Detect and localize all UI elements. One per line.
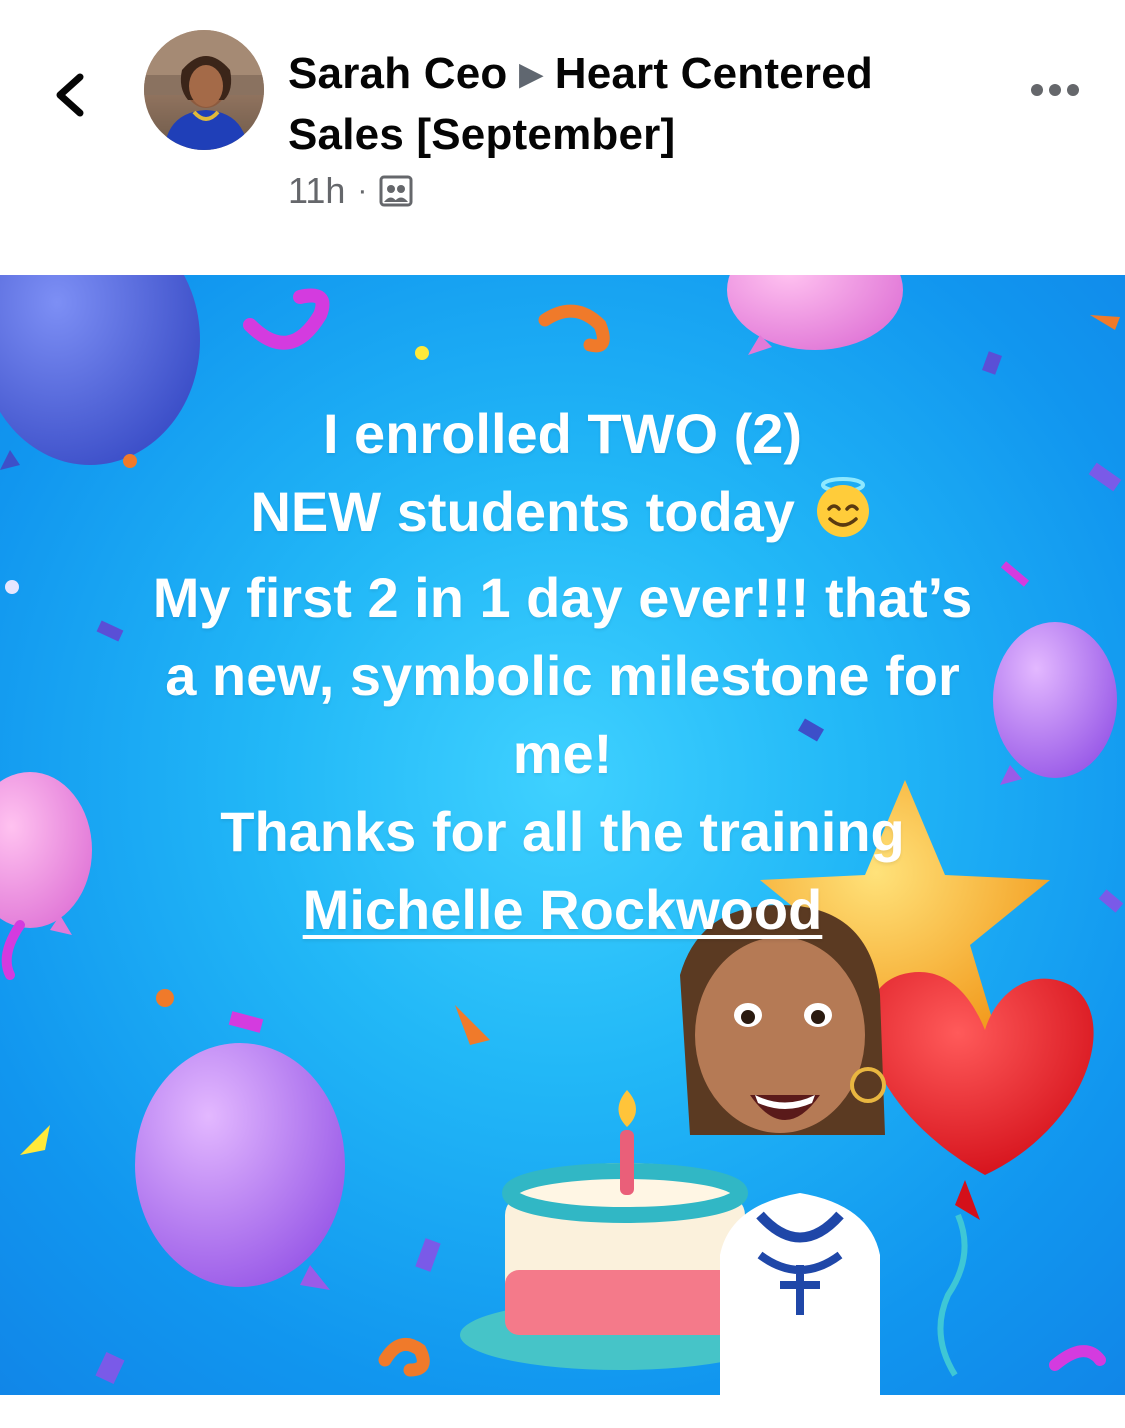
- balloon-pink-top: [727, 275, 903, 355]
- image-overlay-text: I enrolled TWO (2) NEW students today My…: [60, 395, 1065, 949]
- group-members-icon: [379, 175, 413, 207]
- overlay-line-2-text: NEW students today: [250, 480, 795, 543]
- bottom-spacer: [0, 1395, 1125, 1428]
- author-avatar[interactable]: [144, 30, 264, 150]
- arrow-right-icon: ▶: [519, 58, 543, 91]
- overlay-line-6: Thanks for all the training: [220, 800, 905, 863]
- smiling-face-with-halo-icon: [811, 475, 875, 559]
- avatar-photo: [144, 30, 264, 150]
- heart-balloon: [867, 972, 1094, 1377]
- post-title: Sarah Ceo ▶ Heart Centered Sales [Septembe…: [288, 44, 968, 165]
- group-name-line1[interactable]: Heart Centered: [555, 44, 873, 104]
- author-name[interactable]: Sarah Ceo: [288, 44, 507, 104]
- overlay-line-4: a new, symbolic milestone for: [165, 644, 960, 707]
- post-image[interactable]: I enrolled TWO (2) NEW students today My…: [0, 275, 1125, 1395]
- post-header: Sarah Ceo ▶ Heart Centered Sales [Septembe…: [0, 0, 1125, 275]
- overlay-line-2: NEW students today: [60, 473, 1065, 559]
- chevron-left-icon: [56, 73, 84, 117]
- back-button[interactable]: [40, 55, 100, 125]
- overlay-line-7: Michelle Rockwood: [60, 871, 1065, 949]
- overlay-line-3: My first 2 in 1 day ever!!! that’s: [152, 566, 973, 629]
- mention-link[interactable]: Michelle Rockwood: [303, 878, 823, 941]
- balloon-purple-bottomleft: [135, 1043, 345, 1290]
- more-options-button[interactable]: [1025, 75, 1085, 105]
- group-name-line2[interactable]: Sales [September]: [288, 105, 675, 165]
- post-meta: 11h ·: [288, 168, 413, 214]
- overlay-line-5: me!: [512, 722, 613, 785]
- more-options-icon: [1031, 84, 1079, 96]
- overlay-line-1: I enrolled TWO (2): [322, 402, 803, 465]
- separator-dot: ·: [357, 174, 368, 207]
- post-timestamp[interactable]: 11h: [288, 170, 345, 212]
